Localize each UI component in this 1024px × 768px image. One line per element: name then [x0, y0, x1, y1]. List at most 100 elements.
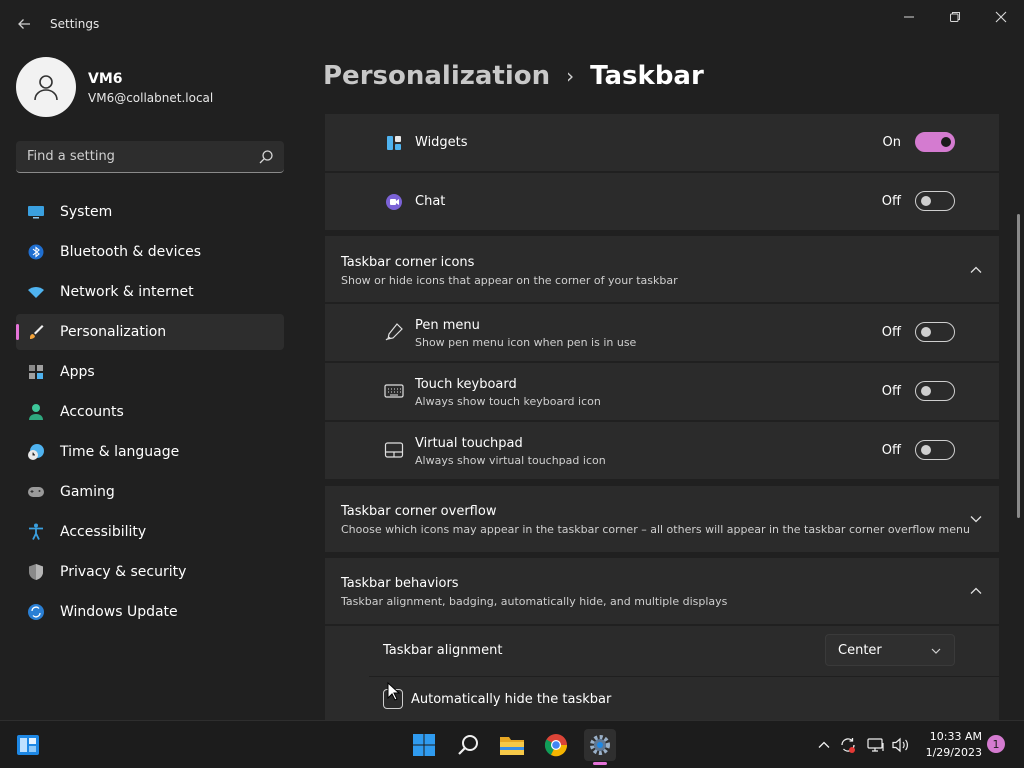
chat-icon — [383, 191, 405, 213]
settings-taskbar-button[interactable] — [584, 729, 616, 765]
chrome-icon — [544, 734, 568, 757]
apps-icon — [26, 362, 46, 382]
windows-logo-icon — [413, 734, 435, 756]
search-box[interactable] — [16, 141, 284, 173]
user-email: VM6@collabnet.local — [88, 91, 214, 105]
section-subtitle: Show or hide icons that appear on the co… — [341, 274, 678, 287]
file-explorer-button[interactable] — [496, 729, 528, 761]
bluetooth-icon — [26, 242, 46, 262]
notification-badge[interactable]: 1 — [987, 735, 1005, 753]
avatar — [16, 57, 76, 117]
taskbar-clock[interactable]: 10:33 AM 1/29/2023 — [918, 729, 982, 761]
pen-menu-toggle[interactable] — [915, 322, 955, 342]
volume-button[interactable] — [890, 733, 910, 757]
autohide-label: Automatically hide the taskbar — [411, 692, 612, 707]
sidebar-item-label: Windows Update — [60, 604, 178, 620]
sidebar-item-label: Privacy & security — [60, 564, 187, 580]
back-button[interactable] — [10, 10, 38, 38]
section-title: Taskbar corner icons — [341, 255, 475, 270]
chevron-down-icon[interactable] — [969, 512, 983, 526]
taskbar-corner-overflow-header[interactable]: Taskbar corner overflow Choose which ico… — [325, 486, 999, 552]
breadcrumb-separator: › — [566, 64, 575, 88]
sidebar-item-privacy[interactable]: Privacy & security — [16, 554, 284, 590]
touch-keyboard-row: Touch keyboard Always show touch keyboar… — [325, 363, 999, 420]
sidebar-item-time-language[interactable]: Time & language — [16, 434, 284, 470]
sidebar-item-label: Personalization — [60, 324, 167, 340]
brush-icon — [26, 322, 46, 342]
speaker-icon — [892, 737, 908, 753]
sidebar-item-apps[interactable]: Apps — [16, 354, 284, 390]
network-status-button[interactable] — [866, 733, 886, 757]
gear-icon — [590, 735, 610, 755]
section-subtitle: Taskbar alignment, badging, automaticall… — [341, 595, 728, 608]
minimize-button[interactable] — [886, 2, 932, 32]
virtual-touchpad-toggle[interactable] — [915, 440, 955, 460]
chevron-up-icon[interactable] — [969, 263, 983, 277]
widgets-icon — [17, 735, 39, 755]
sidebar-item-personalization[interactable]: Personalization — [16, 314, 284, 350]
sidebar-item-accessibility[interactable]: Accessibility — [16, 514, 284, 550]
start-button[interactable] — [408, 729, 440, 761]
sidebar-item-gaming[interactable]: Gaming — [16, 474, 284, 510]
touch-keyboard-toggle[interactable] — [915, 381, 955, 401]
scrollbar[interactable] — [1017, 214, 1020, 518]
sidebar-item-system[interactable]: System — [16, 194, 284, 230]
active-app-indicator — [593, 762, 607, 765]
shield-icon — [26, 562, 46, 582]
network-icon — [867, 738, 884, 752]
restore-button[interactable] — [932, 2, 978, 32]
taskbar: 10:33 AM 1/29/2023 — [0, 720, 1024, 768]
sync-icon — [841, 738, 855, 753]
widgets-taskbar-button[interactable] — [12, 729, 44, 761]
taskbar-behaviors-header[interactable]: Taskbar behaviors Taskbar alignment, bad… — [325, 558, 999, 624]
widgets-toggle[interactable] — [915, 132, 955, 152]
toggle-state-label: Off — [881, 325, 901, 340]
sidebar-item-label: Accounts — [60, 404, 124, 420]
sidebar-item-network[interactable]: Network & internet — [16, 274, 284, 310]
search-icon[interactable] — [258, 149, 274, 165]
app-title: Settings — [50, 17, 100, 31]
settings-content: Widgets On Chat Off Taskbar corner icons… — [325, 106, 999, 720]
row-title: Widgets — [415, 135, 468, 150]
taskbar-alignment-label: Taskbar alignment — [383, 643, 503, 658]
taskbar-alignment-dropdown[interactable]: Center — [825, 634, 955, 666]
taskbar-corner-icons-header[interactable]: Taskbar corner icons Show or hide icons … — [325, 236, 999, 302]
search-input[interactable] — [16, 141, 256, 172]
show-hidden-icons-button[interactable] — [814, 733, 834, 757]
update-icon — [26, 602, 46, 622]
mouse-cursor-icon — [387, 682, 401, 701]
accessibility-icon — [26, 522, 46, 542]
restore-icon — [950, 12, 960, 22]
sidebar-item-label: Accessibility — [60, 524, 147, 540]
chrome-button[interactable] — [540, 729, 572, 761]
search-icon — [458, 735, 478, 755]
taskbar-behaviors-body: Taskbar alignment Center Automatically h… — [325, 626, 999, 720]
breadcrumb-parent[interactable]: Personalization — [323, 61, 550, 91]
sidebar-item-label: Time & language — [60, 444, 180, 460]
sync-status-icon-button[interactable] — [838, 733, 858, 757]
person-icon — [34, 75, 58, 101]
sidebar-item-label: Gaming — [60, 484, 115, 500]
sidebar-item-label: Apps — [60, 364, 95, 380]
chevron-down-icon — [931, 648, 941, 654]
folder-icon — [500, 737, 524, 755]
sidebar-item-accounts[interactable]: Accounts — [16, 394, 284, 430]
close-button[interactable] — [978, 2, 1024, 32]
chat-toggle[interactable] — [915, 191, 955, 211]
section-subtitle: Choose which icons may appear in the tas… — [341, 523, 970, 536]
row-title: Touch keyboard — [415, 377, 517, 392]
widgets-icon — [383, 132, 405, 154]
toggle-state-label: Off — [881, 384, 901, 399]
toggle-state-label: On — [882, 135, 901, 150]
sidebar-item-windows-update[interactable]: Windows Update — [16, 594, 284, 630]
sidebar-item-bluetooth[interactable]: Bluetooth & devices — [16, 234, 284, 270]
minimize-icon — [904, 16, 914, 18]
user-profile[interactable]: VM6 VM6@collabnet.local — [16, 57, 286, 117]
keyboard-icon — [383, 380, 405, 402]
touchpad-icon — [383, 439, 405, 461]
section-title: Taskbar behaviors — [341, 576, 459, 591]
gamepad-icon — [26, 482, 46, 502]
search-taskbar-button[interactable] — [452, 729, 484, 761]
close-icon — [995, 11, 1007, 23]
chevron-up-icon[interactable] — [969, 584, 983, 598]
